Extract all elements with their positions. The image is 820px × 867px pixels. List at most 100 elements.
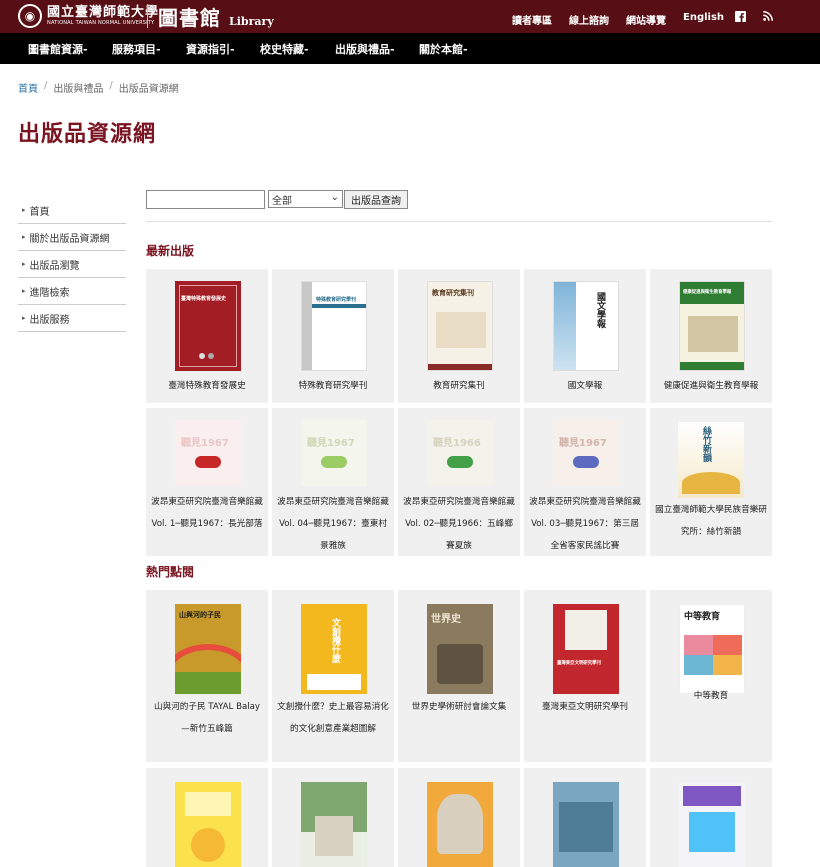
book-cover: 山與河的子民	[175, 604, 241, 694]
breadcrumb-current: 出版品資源網	[118, 84, 179, 95]
book-card[interactable]: 世界史 世界史學術研討會論文集	[398, 590, 520, 762]
university-logo[interactable]: ◉ 國立臺灣師範大學 NATIONAL TAIWAN NORMAL UNIVER…	[18, 4, 159, 28]
book-cover	[679, 782, 745, 867]
book-title: 臺灣東亞文明研究學刊	[542, 702, 628, 712]
nav-item-about[interactable]: 關於本館-	[419, 41, 468, 57]
book-card[interactable]	[398, 768, 520, 867]
section-title-popular: 熱門點閱	[146, 565, 195, 579]
university-name-en: NATIONAL TAIWAN NORMAL UNIVERSITY	[47, 20, 155, 26]
book-card[interactable]: 教育研究集刊 教育研究集刊	[398, 269, 520, 403]
university-seal-icon: ◉	[18, 4, 42, 28]
divider	[146, 221, 772, 222]
library-name-zh: 圖書館	[158, 6, 221, 30]
book-cover	[175, 782, 241, 867]
rss-icon[interactable]	[763, 11, 773, 21]
breadcrumb-home[interactable]: 首頁	[18, 80, 38, 95]
sidebar-item-home[interactable]: ▸ 首頁	[18, 197, 126, 224]
book-card[interactable]: 聽見1967 波昂東亞研究院臺灣音樂館藏Vol. 04─聽見1967：臺東村景雅…	[272, 408, 394, 556]
dropdown-icon: -	[83, 43, 88, 56]
bullet-icon: ▸	[22, 206, 26, 214]
nav-item-resources[interactable]: 圖書館資源-	[28, 41, 88, 57]
book-title: 山與河的子民 TAYAL Balay—新竹五峰篇	[154, 702, 260, 734]
breadcrumb-separator: /	[109, 80, 113, 91]
breadcrumb-publications[interactable]: 出版與禮品	[53, 80, 103, 95]
library-logo[interactable]: 圖書館 Library	[158, 2, 274, 31]
book-cover: 文創攪什麼	[301, 604, 367, 694]
book-cover: 臺灣特殊教育發展史	[175, 281, 241, 371]
book-card[interactable]: 臺灣東亞文明研究學刊 臺灣東亞文明研究學刊	[524, 590, 646, 762]
sidebar-item-advanced-search[interactable]: ▸ 進階檢索	[18, 278, 126, 305]
book-card[interactable]: 山與河的子民 山與河的子民 TAYAL Balay—新竹五峰篇	[146, 590, 268, 762]
book-title: 世界史學術研討會論文集	[411, 702, 507, 712]
book-cover: 特殊教育研究學刊	[301, 281, 367, 371]
book-title: 波昂東亞研究院臺灣音樂館藏Vol. 02─聽見1966：五峰鄉賽夏族	[403, 497, 515, 551]
book-title: 文創攪什麼？史上最容易消化的文化創意產業超圖解	[277, 702, 389, 734]
nav-item-publications[interactable]: 出版與禮品-	[335, 41, 395, 57]
sidebar: ▸ 首頁 ▸ 關於出版品資源網 ▸ 出版品瀏覽 ▸ 進階檢索 ▸ 出版服務	[18, 197, 126, 332]
university-name-zh: 國立臺灣師範大學	[47, 5, 160, 20]
top-link-sitemap[interactable]: 網站導覽	[626, 12, 666, 27]
dropdown-icon: -	[304, 43, 309, 56]
main-nav: 圖書館資源- 服務項目- 資源指引- 校史特藏- 出版與禮品- 關於本館-	[0, 33, 820, 64]
top-link-consult[interactable]: 線上諮詢	[569, 12, 609, 27]
bullet-icon: ▸	[22, 260, 26, 268]
bullet-icon: ▸	[22, 314, 26, 322]
book-title: 國立臺灣師範大學民族音樂研究所：絲竹新韻	[655, 505, 767, 537]
section-title-latest: 最新出版	[146, 244, 195, 258]
book-title: 國文學報	[567, 381, 603, 391]
book-card[interactable]: 絲竹新韻 國立臺灣師範大學民族音樂研究所：絲竹新韻	[650, 408, 772, 556]
book-card[interactable]: 文創攪什麼 文創攪什麼？史上最容易消化的文化創意產業超圖解	[272, 590, 394, 762]
top-link-readers[interactable]: 讀者專區	[512, 12, 552, 27]
dropdown-icon: -	[390, 43, 395, 56]
book-card[interactable]: 聽見1967 波昂東亞研究院臺灣音樂館藏Vol. 1─聽見1967：長光部落	[146, 408, 268, 556]
book-title: 特殊教育研究學刊	[298, 381, 368, 391]
book-title: 教育研究集刊	[433, 381, 485, 391]
book-cover: 聽見1967	[301, 420, 367, 486]
book-cover: 中等教育	[679, 604, 745, 694]
sidebar-item-browse[interactable]: ▸ 出版品瀏覽	[18, 251, 126, 278]
book-cover: 世界史	[427, 604, 493, 694]
book-card[interactable]: 特殊教育研究學刊 特殊教育研究學刊	[272, 269, 394, 403]
search-scope-select[interactable]: 全部 ⌄	[268, 190, 343, 208]
book-card[interactable]: 中等教育 中等教育	[650, 590, 772, 762]
book-title: 波昂東亞研究院臺灣音樂館藏Vol. 1─聽見1967：長光部落	[151, 497, 263, 529]
page-title: 出版品資源網	[18, 122, 157, 147]
nav-item-history[interactable]: 校史特藏-	[260, 41, 309, 57]
book-cover: 絲竹新韻	[678, 422, 744, 498]
facebook-icon[interactable]	[735, 11, 746, 22]
dropdown-icon: -	[463, 43, 468, 56]
dropdown-icon: -	[156, 43, 161, 56]
nav-item-services[interactable]: 服務項目-	[112, 41, 161, 57]
book-card[interactable]	[272, 768, 394, 867]
search-button[interactable]: 出版品查詢	[344, 190, 408, 209]
book-title: 中等教育	[693, 691, 729, 701]
sidebar-item-publishing-service[interactable]: ▸ 出版服務	[18, 305, 126, 332]
book-cover: 健康促進與衛生教育學報	[679, 281, 745, 371]
nav-item-guides[interactable]: 資源指引-	[186, 41, 235, 57]
chevron-down-icon: ⌄	[330, 192, 339, 203]
book-card[interactable]: 聽見1967 波昂東亞研究院臺灣音樂館藏Vol. 03─聽見1967：第三屆全省…	[524, 408, 646, 556]
book-cover: 聽見1966	[427, 420, 493, 486]
sidebar-item-about[interactable]: ▸ 關於出版品資源網	[18, 224, 126, 251]
header-divider	[147, 4, 148, 28]
book-cover: 聽見1967	[175, 420, 241, 486]
book-card[interactable]	[146, 768, 268, 867]
book-card[interactable]: 國文學報 國文學報	[524, 269, 646, 403]
book-card[interactable]: 健康促進與衛生教育學報 健康促進與衛生教育學報	[650, 269, 772, 403]
search-input[interactable]	[146, 190, 265, 209]
book-card[interactable]	[650, 768, 772, 867]
bullet-icon: ▸	[22, 233, 26, 241]
top-bar: ◉ 國立臺灣師範大學 NATIONAL TAIWAN NORMAL UNIVER…	[0, 0, 820, 33]
library-name-en: Library	[229, 15, 274, 28]
bullet-icon: ▸	[22, 287, 26, 295]
book-title: 臺灣特殊教育發展史	[168, 381, 246, 391]
book-title: 波昂東亞研究院臺灣音樂館藏Vol. 03─聽見1967：第三屆全省客家民謠比賽	[529, 497, 641, 551]
top-link-english[interactable]: English	[683, 12, 724, 23]
book-cover: 國文學報	[553, 281, 619, 371]
book-card[interactable]: 聽見1966 波昂東亞研究院臺灣音樂館藏Vol. 02─聽見1966：五峰鄉賽夏…	[398, 408, 520, 556]
book-card[interactable]	[524, 768, 646, 867]
breadcrumb: 首頁 / 出版與禮品 / 出版品資源網	[18, 80, 179, 95]
book-cover: 教育研究集刊	[427, 281, 493, 371]
book-card[interactable]: 臺灣特殊教育發展史 臺灣特殊教育發展史	[146, 269, 268, 403]
breadcrumb-separator: /	[44, 80, 48, 91]
